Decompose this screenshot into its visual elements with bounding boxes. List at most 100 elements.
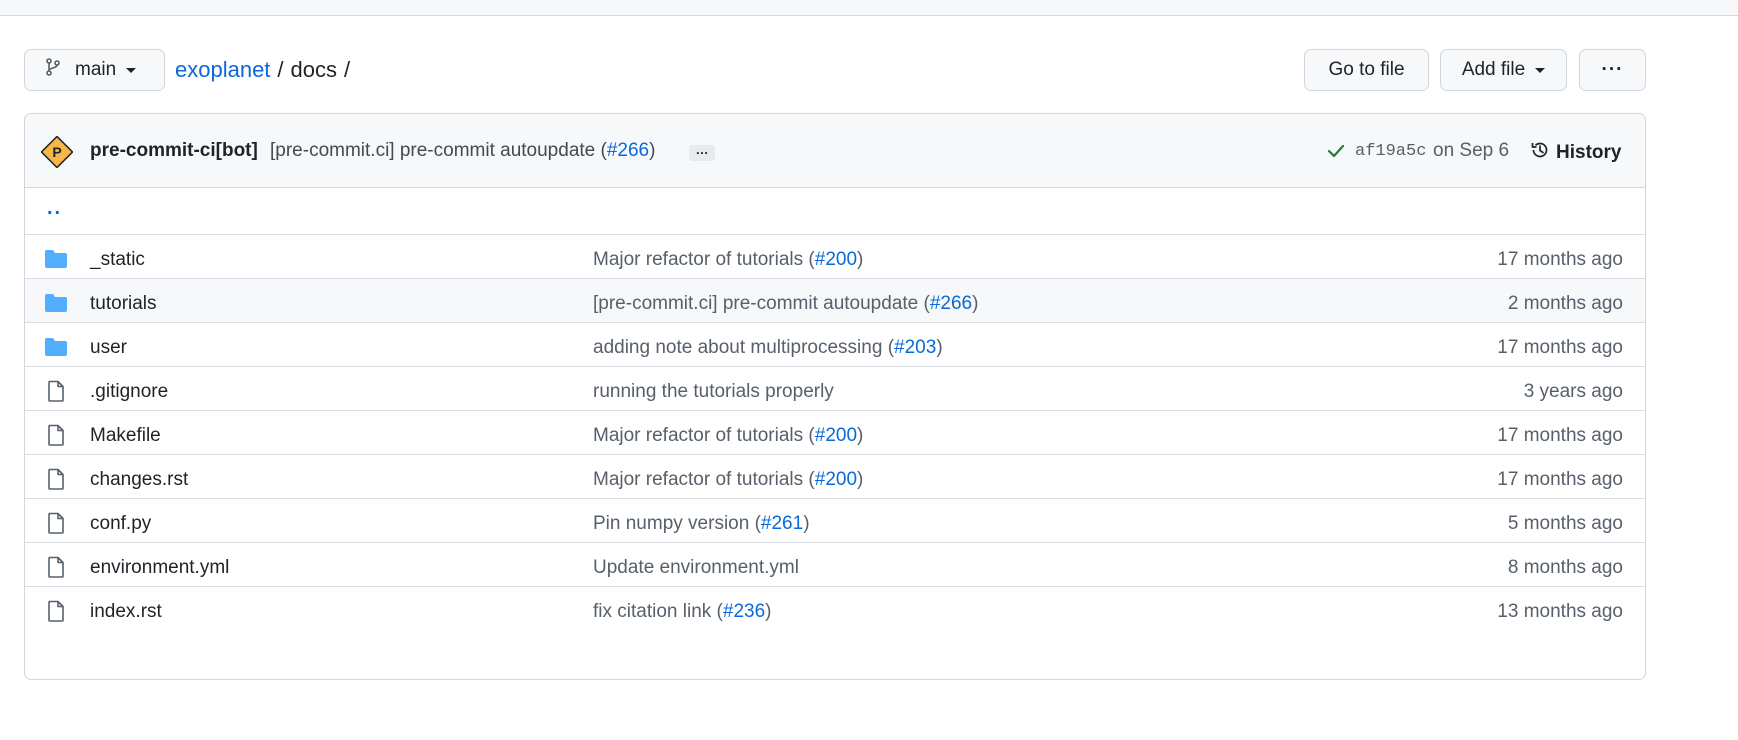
file-commit-message[interactable]: running the tutorials properly: [593, 381, 834, 403]
file-commit-pr-link[interactable]: #200: [815, 249, 857, 270]
file-name-link[interactable]: index.rst: [90, 601, 162, 623]
file-name-link[interactable]: changes.rst: [90, 469, 188, 491]
file-name-link[interactable]: tutorials: [90, 293, 157, 315]
file-commit-message[interactable]: Major refactor of tutorials (#200): [593, 249, 863, 271]
file-icon: [44, 556, 68, 578]
file-commit-pr-link[interactable]: #261: [761, 513, 803, 534]
commit-date: on Sep 6: [1433, 140, 1510, 161]
file-commit-message-text: Pin numpy version (: [593, 513, 761, 534]
file-icon: [44, 380, 68, 402]
file-commit-age: 13 months ago: [1497, 601, 1623, 622]
file-commit-message[interactable]: adding note about multiprocessing (#203): [593, 337, 943, 359]
breadcrumb-separator: /: [277, 57, 284, 82]
file-commit-message-suffix: ): [857, 469, 864, 490]
file-icon: [44, 424, 68, 446]
file-navigation: main exoplanet / docs / Go to file Add f…: [24, 49, 1646, 93]
breadcrumb-repo-link[interactable]: exoplanet: [175, 57, 270, 83]
file-commit-message-text: adding note about multiprocessing (: [593, 337, 895, 358]
git-branch-icon: [45, 58, 61, 82]
file-commit-age: 17 months ago: [1497, 425, 1623, 446]
file-commit-message[interactable]: Update environment.yml: [593, 557, 799, 579]
file-row[interactable]: tutorials [pre-commit.ci] pre-commit auto…: [25, 279, 1645, 323]
commit-message[interactable]: [pre-commit.ci] pre-commit autoupdate (#…: [270, 140, 655, 162]
file-name-link[interactable]: _static: [90, 249, 145, 271]
file-commit-age: 5 months ago: [1507, 513, 1623, 534]
file-list: P pre-commit-ci[bot] [pre-commit.ci] pre…: [24, 113, 1646, 680]
file-commit-message-suffix: ): [857, 249, 864, 270]
file-commit-pr-link[interactable]: #236: [723, 601, 765, 622]
file-row[interactable]: index.rst fix citation link (#236) 13 mont…: [25, 587, 1645, 631]
file-commit-pr-link[interactable]: #203: [894, 337, 936, 358]
file-row[interactable]: changes.rst Major refactor of tutorials (…: [25, 455, 1645, 499]
kebab-horizontal-icon: ···: [1601, 59, 1624, 80]
branch-name: main: [75, 59, 117, 80]
breadcrumb-current-folder: docs: [290, 57, 338, 82]
file-row[interactable]: environment.yml Update environment.yml 8 m…: [25, 543, 1645, 587]
parent-directory-row[interactable]: ..: [25, 187, 1645, 235]
commit-sha-link[interactable]: af19a5c: [1355, 142, 1426, 161]
file-icon: [44, 512, 68, 534]
more-options-button[interactable]: ···: [1579, 49, 1646, 91]
chevron-down-icon: [1535, 67, 1546, 73]
commit-message-text: [pre-commit.ci] pre-commit autoupdate (: [270, 140, 607, 161]
file-name-link[interactable]: user: [90, 337, 127, 359]
file-row[interactable]: conf.py Pin numpy version (#261) 5 months …: [25, 499, 1645, 543]
file-commit-message[interactable]: [pre-commit.ci] pre-commit autoupdate (#…: [593, 293, 978, 315]
history-label: History: [1556, 142, 1622, 163]
file-commit-message-suffix: ): [803, 513, 810, 534]
file-commit-message-suffix: ): [765, 601, 772, 622]
breadcrumb: exoplanet / docs /: [175, 57, 357, 83]
add-file-label: Add file: [1461, 59, 1526, 80]
breadcrumb-separator: /: [344, 57, 351, 82]
file-commit-message-suffix: ): [857, 425, 864, 446]
file-commit-message-text: Update environment.yml: [593, 557, 799, 578]
go-to-file-button[interactable]: Go to file: [1304, 49, 1429, 91]
commit-author[interactable]: pre-commit-ci[bot]: [90, 140, 258, 162]
avatar[interactable]: P: [40, 135, 74, 169]
file-commit-age: 3 years ago: [1523, 381, 1623, 402]
file-commit-message-text: Major refactor of tutorials (: [593, 469, 815, 490]
file-commit-message-text: Major refactor of tutorials (: [593, 249, 815, 270]
file-commit-message[interactable]: Major refactor of tutorials (#200): [593, 469, 863, 491]
file-commit-age: 8 months ago: [1507, 557, 1623, 578]
file-icon: [44, 468, 68, 490]
file-commit-message-text: Major refactor of tutorials (: [593, 425, 815, 446]
file-commit-message[interactable]: fix citation link (#236): [593, 601, 771, 623]
file-icon: [44, 600, 68, 622]
commit-pr-link[interactable]: #266: [607, 140, 649, 161]
file-name-link[interactable]: Makefile: [90, 425, 161, 447]
file-commit-message[interactable]: Pin numpy version (#261): [593, 513, 810, 535]
file-name-link[interactable]: .gitignore: [90, 381, 168, 403]
file-commit-message-text: [pre-commit.ci] pre-commit autoupdate (: [593, 293, 930, 314]
expand-commit-message-button[interactable]: …: [689, 143, 715, 161]
file-commit-pr-link[interactable]: #200: [815, 425, 857, 446]
commit-message-suffix: ): [649, 140, 656, 161]
file-commit-message-text: running the tutorials properly: [593, 381, 834, 402]
file-commit-age: 17 months ago: [1497, 337, 1623, 358]
file-commit-pr-link[interactable]: #200: [815, 469, 857, 490]
file-row[interactable]: Makefile Major refactor of tutorials (#20…: [25, 411, 1645, 455]
file-name-link[interactable]: conf.py: [90, 513, 151, 535]
top-header-strip: [0, 0, 1738, 16]
file-commit-message-suffix: ): [936, 337, 943, 358]
file-commit-message[interactable]: Major refactor of tutorials (#200): [593, 425, 863, 447]
file-row[interactable]: _static Major refactor of tutorials (#200…: [25, 235, 1645, 279]
file-row[interactable]: .gitignore running the tutorials properly…: [25, 367, 1645, 411]
chevron-down-icon: [126, 67, 137, 73]
folder-icon: [44, 248, 68, 270]
latest-commit-bar: P pre-commit-ci[bot] [pre-commit.ci] pre…: [25, 114, 1645, 188]
file-commit-age: 2 months ago: [1507, 293, 1623, 314]
add-file-button[interactable]: Add file: [1440, 49, 1567, 91]
parent-directory-link[interactable]: ..: [47, 197, 62, 220]
branch-selector-button[interactable]: main: [24, 49, 165, 91]
file-name-link[interactable]: environment.yml: [90, 557, 229, 579]
folder-icon: [44, 292, 68, 314]
file-row[interactable]: user adding note about multiprocessing (#…: [25, 323, 1645, 367]
file-commit-message-text: fix citation link (: [593, 601, 723, 622]
history-link[interactable]: History: [1530, 140, 1621, 166]
file-commit-age: 17 months ago: [1497, 249, 1623, 270]
history-icon: [1530, 140, 1556, 166]
check-icon[interactable]: [1326, 141, 1346, 161]
file-commit-age: 17 months ago: [1497, 469, 1623, 490]
file-commit-pr-link[interactable]: #266: [930, 293, 972, 314]
